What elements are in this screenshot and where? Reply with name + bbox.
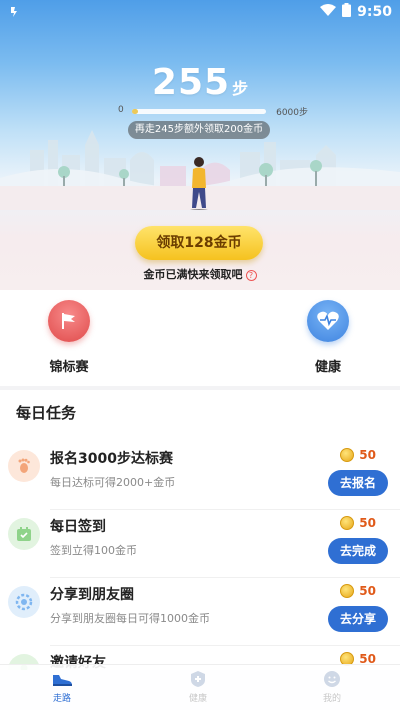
heart-pulse-icon [307,300,349,342]
signup-button[interactable]: 去报名 [328,470,388,496]
daily-tasks-title: 每日任务 [16,404,77,422]
progress-max-label: 6000步 [276,108,308,118]
task-desc: 分享到朋友圈每日可得1000金币 [50,612,210,625]
coin-icon [340,448,355,462]
status-time: 9:50 [357,3,392,20]
claim-coins-button[interactable]: 领取128金币 [135,226,263,260]
coin-icon [340,584,355,598]
task-reward: 50 [340,516,376,530]
coin-amount: 50 [359,516,376,530]
progress-min-label: 0 [118,105,124,115]
health-plus-icon [158,669,238,689]
task-desc: 每日达标可得2000+金币 [50,476,176,489]
step-unit: 步 [232,79,249,98]
share-icon [8,586,40,618]
coin-amount: 50 [359,448,376,462]
complete-button[interactable]: 去完成 [328,538,388,564]
step-progress: 0 6000步 [118,105,308,119]
nav-health[interactable]: 健康 [158,669,238,704]
coins-full-text: 金币已满快来领取吧 [143,268,243,281]
task-title: 分享到朋友圈 [50,587,134,603]
nav-walk[interactable]: 走路 [22,669,102,704]
flag-icon [48,300,90,342]
wifi-icon [320,2,337,21]
help-icon[interactable]: ? [245,269,257,281]
bonus-hint: 再走245步额外领取200金币 [128,121,270,139]
hero-section: 9:50 255 步 0 6000步 再走245步额外领取200金币 领取128… [0,0,400,290]
nav-label: 我的 [322,694,341,704]
task-title: 报名3000步达标赛 [50,451,173,467]
task-title: 每日签到 [50,519,106,535]
footprint-icon [8,450,40,482]
progress-fill [132,109,138,114]
coin-icon [340,516,355,530]
task-item: 报名3000步达标赛 每日达标可得2000+金币 50 去报名 [0,442,400,510]
task-item: 每日签到 签到立得100金币 50 去完成 [0,510,400,578]
coins-full-note: 金币已满快来领取吧? [0,266,400,282]
task-reward: 50 [340,584,376,598]
step-counter: 255 步 [0,62,400,103]
status-bar: 9:50 [0,0,400,24]
calendar-icon [8,518,40,550]
feature-label: 锦标赛 [49,360,89,375]
battery-icon [342,2,352,21]
nav-label: 走路 [52,694,71,704]
step-count: 255 [151,62,231,103]
progress-track [132,109,266,114]
share-button[interactable]: 去分享 [328,606,388,632]
shoe-icon [22,669,102,689]
bottom-nav: 走路 健康 我的 [0,664,400,710]
daily-tasks: 每日任务 报名3000步达标赛 每日达标可得2000+金币 50 去报名 每日签… [0,390,400,670]
smiley-icon [292,669,372,689]
nav-label: 健康 [188,694,207,704]
feature-row: 锦标赛 健康 [0,290,400,386]
feature-health[interactable]: 健康 [288,300,368,375]
task-desc: 签到立得100金币 [50,544,137,557]
coin-amount: 50 [359,584,376,598]
feature-label: 健康 [314,360,341,375]
feature-tournament[interactable]: 锦标赛 [29,300,109,375]
notification-icon [8,4,22,23]
task-item: 分享到朋友圈 分享到朋友圈每日可得1000金币 50 去分享 [0,578,400,646]
task-reward: 50 [340,448,376,462]
nav-me[interactable]: 我的 [292,669,372,704]
